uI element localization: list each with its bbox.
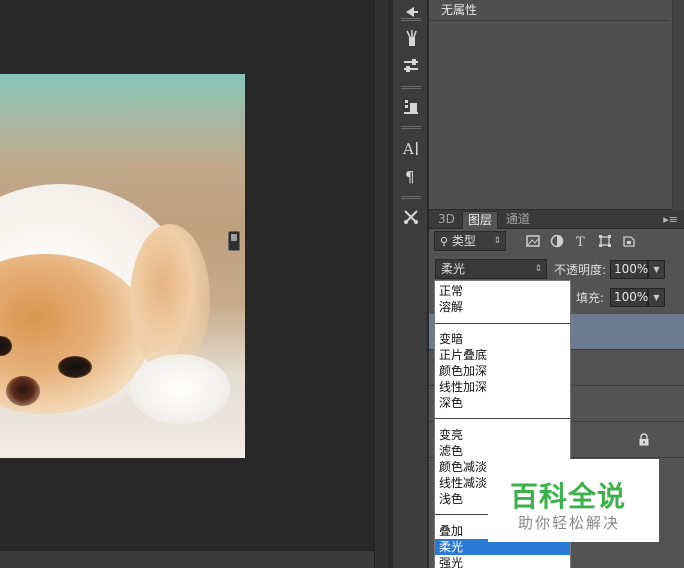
fill-input[interactable]: 100% bbox=[610, 288, 648, 307]
brush-settings-icon[interactable] bbox=[399, 0, 423, 24]
properties-status-text: 无属性 bbox=[441, 3, 478, 17]
filter-type-icon[interactable]: T bbox=[572, 233, 590, 249]
blend-option[interactable]: 滤色 bbox=[435, 443, 570, 459]
filter-shape-icon[interactable] bbox=[596, 233, 614, 249]
panel-tool-strip: A ¶ bbox=[392, 0, 428, 568]
divider bbox=[429, 20, 669, 21]
tab-channels[interactable]: 通道 bbox=[501, 211, 535, 229]
blend-option[interactable]: 正常 bbox=[435, 283, 570, 299]
svg-text:¶: ¶ bbox=[405, 168, 415, 185]
properties-panel: 无属性 bbox=[429, 0, 684, 210]
properties-scrollbar[interactable] bbox=[672, 0, 684, 210]
blend-option[interactable]: 变亮 bbox=[435, 427, 570, 443]
svg-text:A: A bbox=[402, 140, 414, 157]
blend-option[interactable]: 变暗 bbox=[435, 331, 570, 347]
layer-filter-select[interactable]: ⚲ 类型 ⇕ bbox=[434, 231, 506, 251]
filter-toggle-switch[interactable] bbox=[228, 231, 240, 251]
watermark-subtitle: 助你轻松解决 bbox=[518, 514, 621, 532]
clone-source-icon[interactable] bbox=[399, 94, 423, 118]
puppy-photo bbox=[0, 74, 245, 458]
tool-presets-icon[interactable] bbox=[399, 205, 423, 229]
filter-adjustment-icon[interactable] bbox=[548, 233, 566, 249]
blend-option[interactable]: 深色 bbox=[435, 395, 570, 411]
brush-presets-icon[interactable] bbox=[399, 26, 423, 50]
fill-label: 填充: bbox=[576, 291, 605, 305]
grip-handle[interactable] bbox=[401, 196, 421, 199]
layers-tab-bar: 3D 图层 通道 ▸≡ bbox=[429, 210, 684, 229]
watermark-title: 百科全说 bbox=[510, 480, 627, 513]
blend-option[interactable]: 强光 bbox=[435, 555, 570, 568]
filter-smart-object-icon[interactable] bbox=[620, 233, 638, 249]
watermark-logo: 百科全说 助你轻松解决 bbox=[488, 459, 659, 542]
search-icon: ⚲ bbox=[440, 235, 449, 248]
filter-pixel-icon[interactable] bbox=[524, 233, 542, 249]
paragraph-icon[interactable]: ¶ bbox=[399, 164, 423, 188]
canvas-status-bar bbox=[0, 550, 374, 568]
updown-icon: ⇕ bbox=[493, 236, 501, 246]
layer-filter-label: 类型 bbox=[451, 234, 476, 248]
menu-separator bbox=[435, 323, 570, 324]
menu-separator bbox=[435, 418, 570, 419]
blend-mode-select[interactable]: 柔光 ⇕ bbox=[435, 259, 547, 279]
grip-handle[interactable] bbox=[401, 86, 421, 89]
vertical-scrollbar[interactable] bbox=[374, 0, 388, 568]
opacity-label: 不透明度: bbox=[554, 263, 607, 277]
character-icon[interactable]: A bbox=[399, 136, 423, 160]
blend-mode-value: 柔光 bbox=[441, 262, 466, 276]
opacity-slider-button[interactable]: ▼ bbox=[648, 260, 665, 279]
blend-option[interactable]: 溶解 bbox=[435, 299, 570, 315]
blend-option[interactable]: 线性加深 bbox=[435, 379, 570, 395]
adjustments-icon[interactable] bbox=[399, 54, 423, 78]
blend-option[interactable]: 正片叠底 bbox=[435, 347, 570, 363]
lock-icon bbox=[639, 433, 649, 446]
svg-text:T: T bbox=[576, 235, 585, 248]
grip-handle[interactable] bbox=[401, 126, 421, 129]
tab-3d[interactable]: 3D bbox=[433, 211, 460, 229]
updown-icon: ⇕ bbox=[534, 264, 542, 274]
opacity-input[interactable]: 100% bbox=[610, 260, 648, 279]
panel-menu-icon[interactable]: ▸≡ bbox=[663, 213, 678, 226]
document-canvas[interactable] bbox=[0, 0, 374, 568]
tab-layers[interactable]: 图层 bbox=[462, 211, 499, 229]
blend-option[interactable]: 颜色加深 bbox=[435, 363, 570, 379]
fill-slider-button[interactable]: ▼ bbox=[648, 288, 665, 307]
